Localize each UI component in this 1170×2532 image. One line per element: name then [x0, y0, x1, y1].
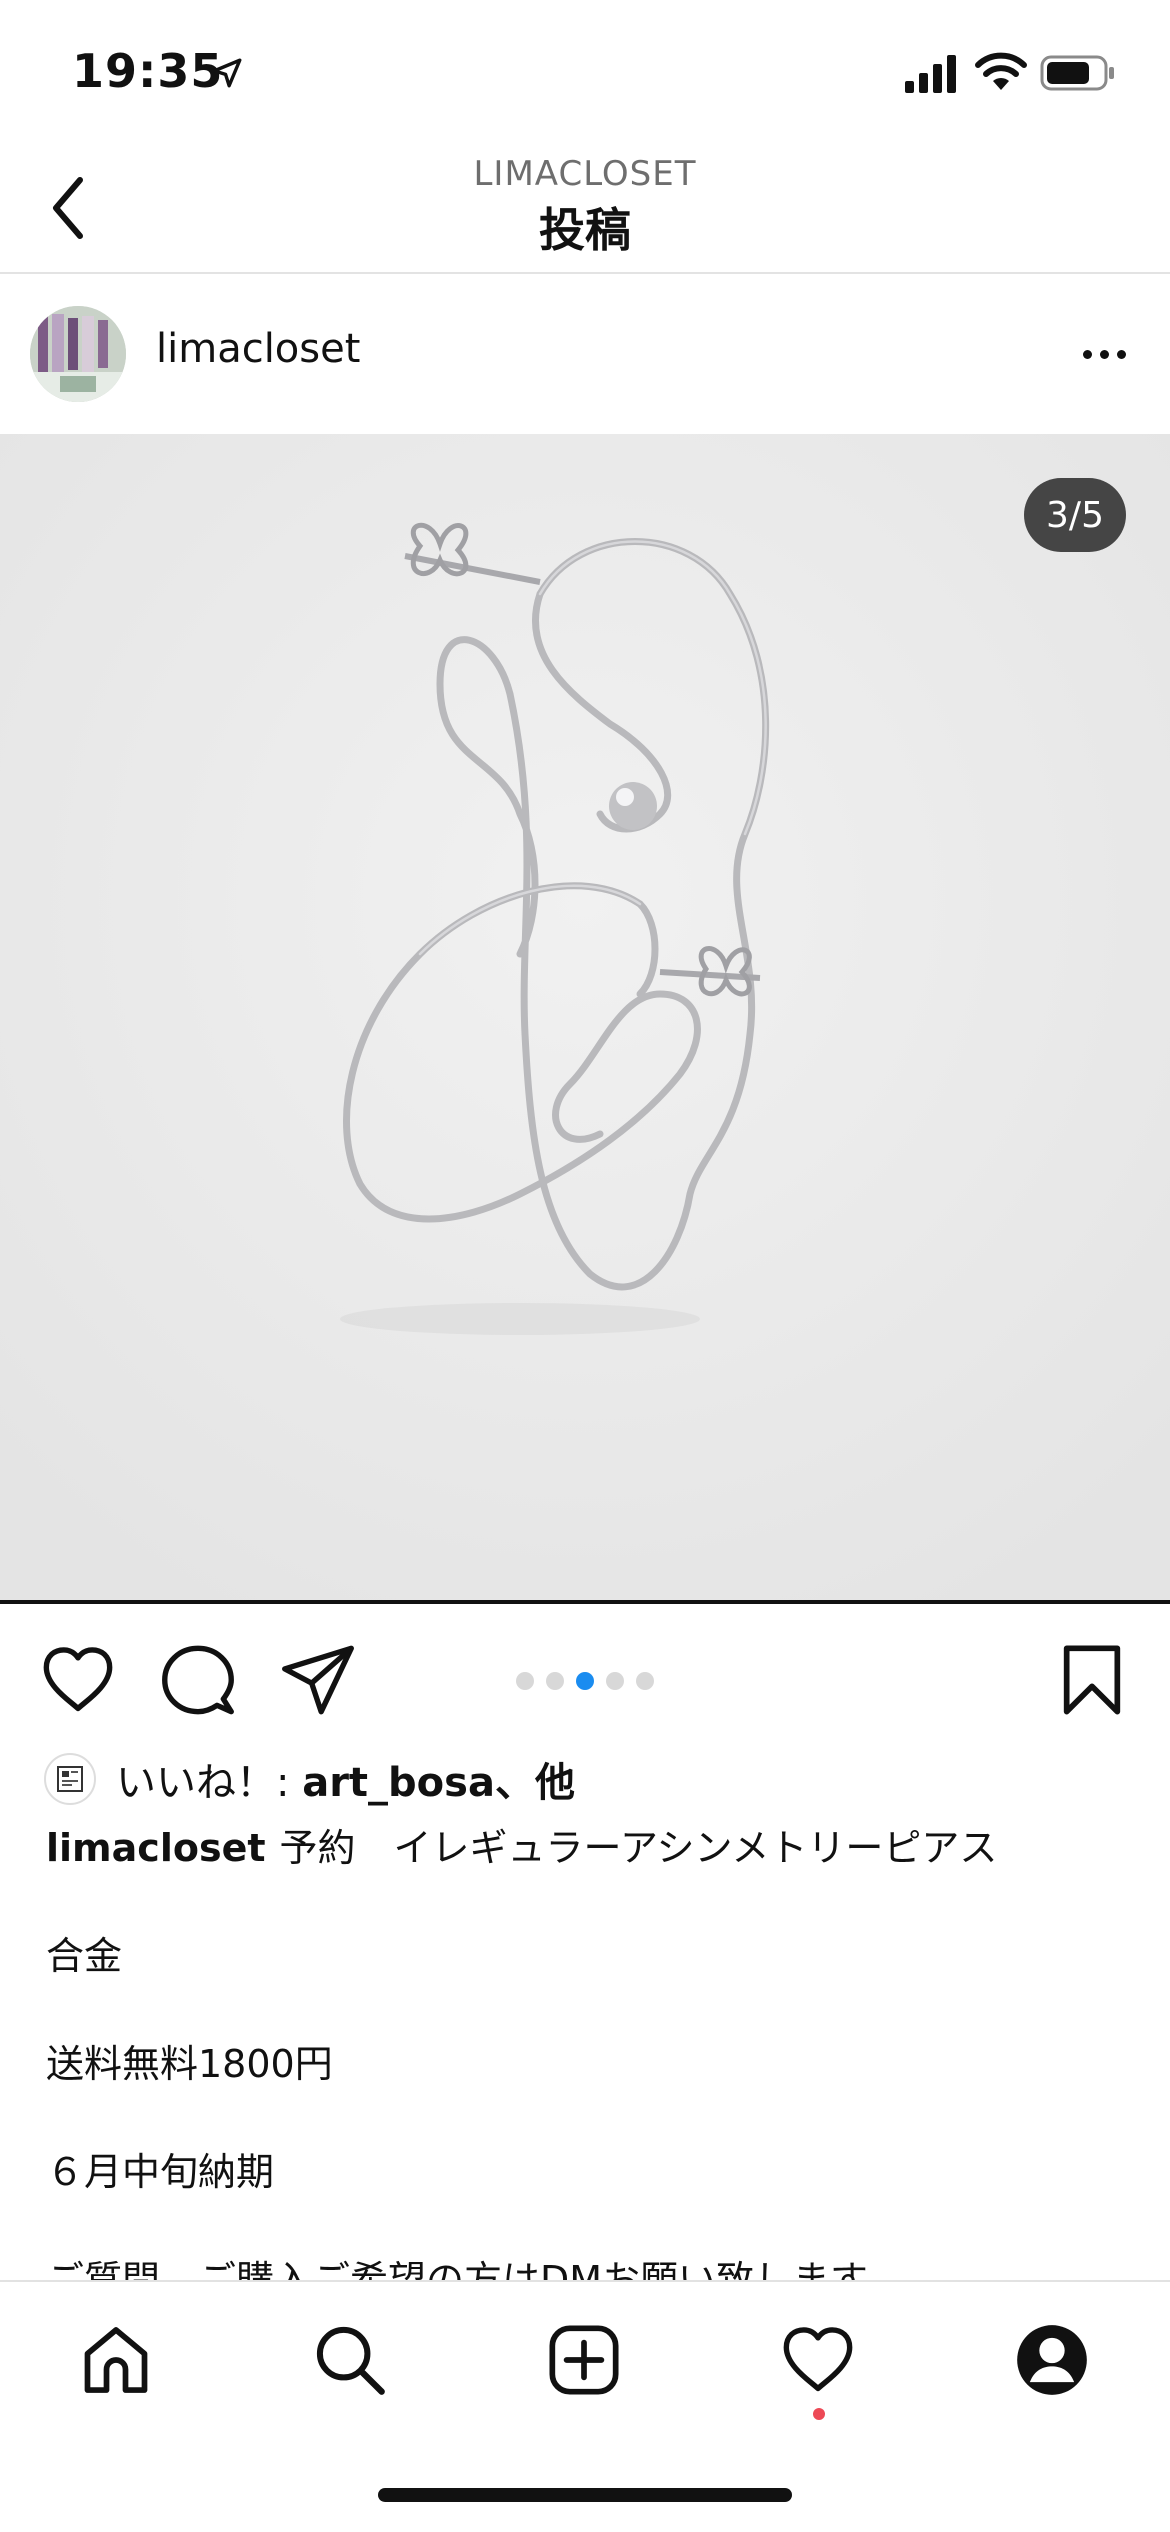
carousel-dot — [546, 1672, 564, 1690]
cellular-signal-icon — [905, 55, 956, 93]
post-username[interactable]: limacloset — [156, 326, 360, 372]
notification-dot — [813, 2408, 825, 2420]
post-image[interactable]: 3/5 — [0, 434, 1170, 1600]
profile-icon — [1017, 2325, 1087, 2395]
caption-line: limacloset 予約 イレギュラーアシンメトリーピアス — [46, 1820, 997, 1876]
tab-home[interactable] — [74, 2318, 158, 2402]
avatar-photo-icon — [30, 306, 126, 402]
caption-username[interactable]: limacloset — [46, 1826, 266, 1870]
home-indicator — [378, 2488, 792, 2502]
post-header: LIMACLOSET 投稿 — [0, 140, 1170, 274]
carousel-dot-active — [576, 1672, 594, 1690]
caption-line: 合金 — [46, 1934, 123, 1978]
carousel-dot — [636, 1672, 654, 1690]
more-horizontal-icon — [1082, 349, 1092, 359]
comment-button[interactable] — [160, 1642, 236, 1718]
post-action-bar — [0, 1606, 1170, 1746]
status-time: 19:35 — [72, 44, 224, 98]
art-bosa-logo-icon — [57, 1766, 83, 1792]
battery-icon — [1040, 55, 1114, 91]
more-options-button[interactable] — [1068, 326, 1140, 382]
likes-others[interactable]: 、他 — [495, 1760, 575, 1806]
tab-search[interactable] — [308, 2318, 392, 2402]
likes-text: いいね！: art_bosa、他 — [116, 1750, 575, 1808]
page-title: 投稿 — [539, 203, 631, 257]
liker-avatar — [44, 1753, 96, 1805]
paper-plane-icon — [282, 1645, 354, 1715]
heart-outline-icon — [43, 1647, 113, 1712]
heart-icon — [783, 2327, 853, 2392]
likes-summary[interactable]: いいね！: art_bosa、他 — [44, 1752, 575, 1806]
plus-square-icon — [549, 2325, 619, 2395]
post-author-row: limacloset — [0, 274, 1170, 432]
tab-new-post[interactable] — [542, 2318, 626, 2402]
instagram-post-screen: 19:35 LIMACLOSET 投稿 limacloset 3/5 いいね！:… — [0, 0, 1170, 2532]
home-icon — [84, 2327, 148, 2393]
avatar[interactable] — [30, 306, 126, 402]
share-button[interactable] — [280, 1642, 356, 1718]
tab-activity[interactable] — [776, 2318, 860, 2402]
caption-line: 送料無料1800円 — [46, 2042, 333, 2086]
image-divider — [0, 1600, 1170, 1604]
like-button[interactable] — [40, 1642, 116, 1718]
more-dot — [1099, 349, 1109, 359]
carousel-dot — [516, 1672, 534, 1690]
location-arrow-icon — [212, 58, 242, 88]
status-bar: 19:35 — [0, 0, 1170, 140]
caption-line: ６月中旬納期 — [46, 2150, 275, 2194]
earring-photo — [0, 434, 1170, 1600]
caption-text: 予約 イレギュラーアシンメトリーピアス — [279, 1826, 998, 1870]
tab-profile[interactable] — [1010, 2318, 1094, 2402]
comment-bubble-icon — [162, 1645, 234, 1715]
carousel-dot — [606, 1672, 624, 1690]
header-account-name: LIMACLOSET — [473, 154, 697, 194]
save-button[interactable] — [1054, 1642, 1130, 1718]
likes-prefix: いいね！: — [116, 1760, 303, 1806]
carousel-indicator — [516, 1672, 654, 1692]
more-dot — [1116, 349, 1126, 359]
image-counter-badge: 3/5 — [1024, 478, 1126, 552]
wifi-icon — [975, 52, 1027, 90]
bookmark-icon — [1063, 1645, 1121, 1715]
liker-username[interactable]: art_bosa — [302, 1760, 495, 1806]
search-icon — [316, 2326, 385, 2395]
